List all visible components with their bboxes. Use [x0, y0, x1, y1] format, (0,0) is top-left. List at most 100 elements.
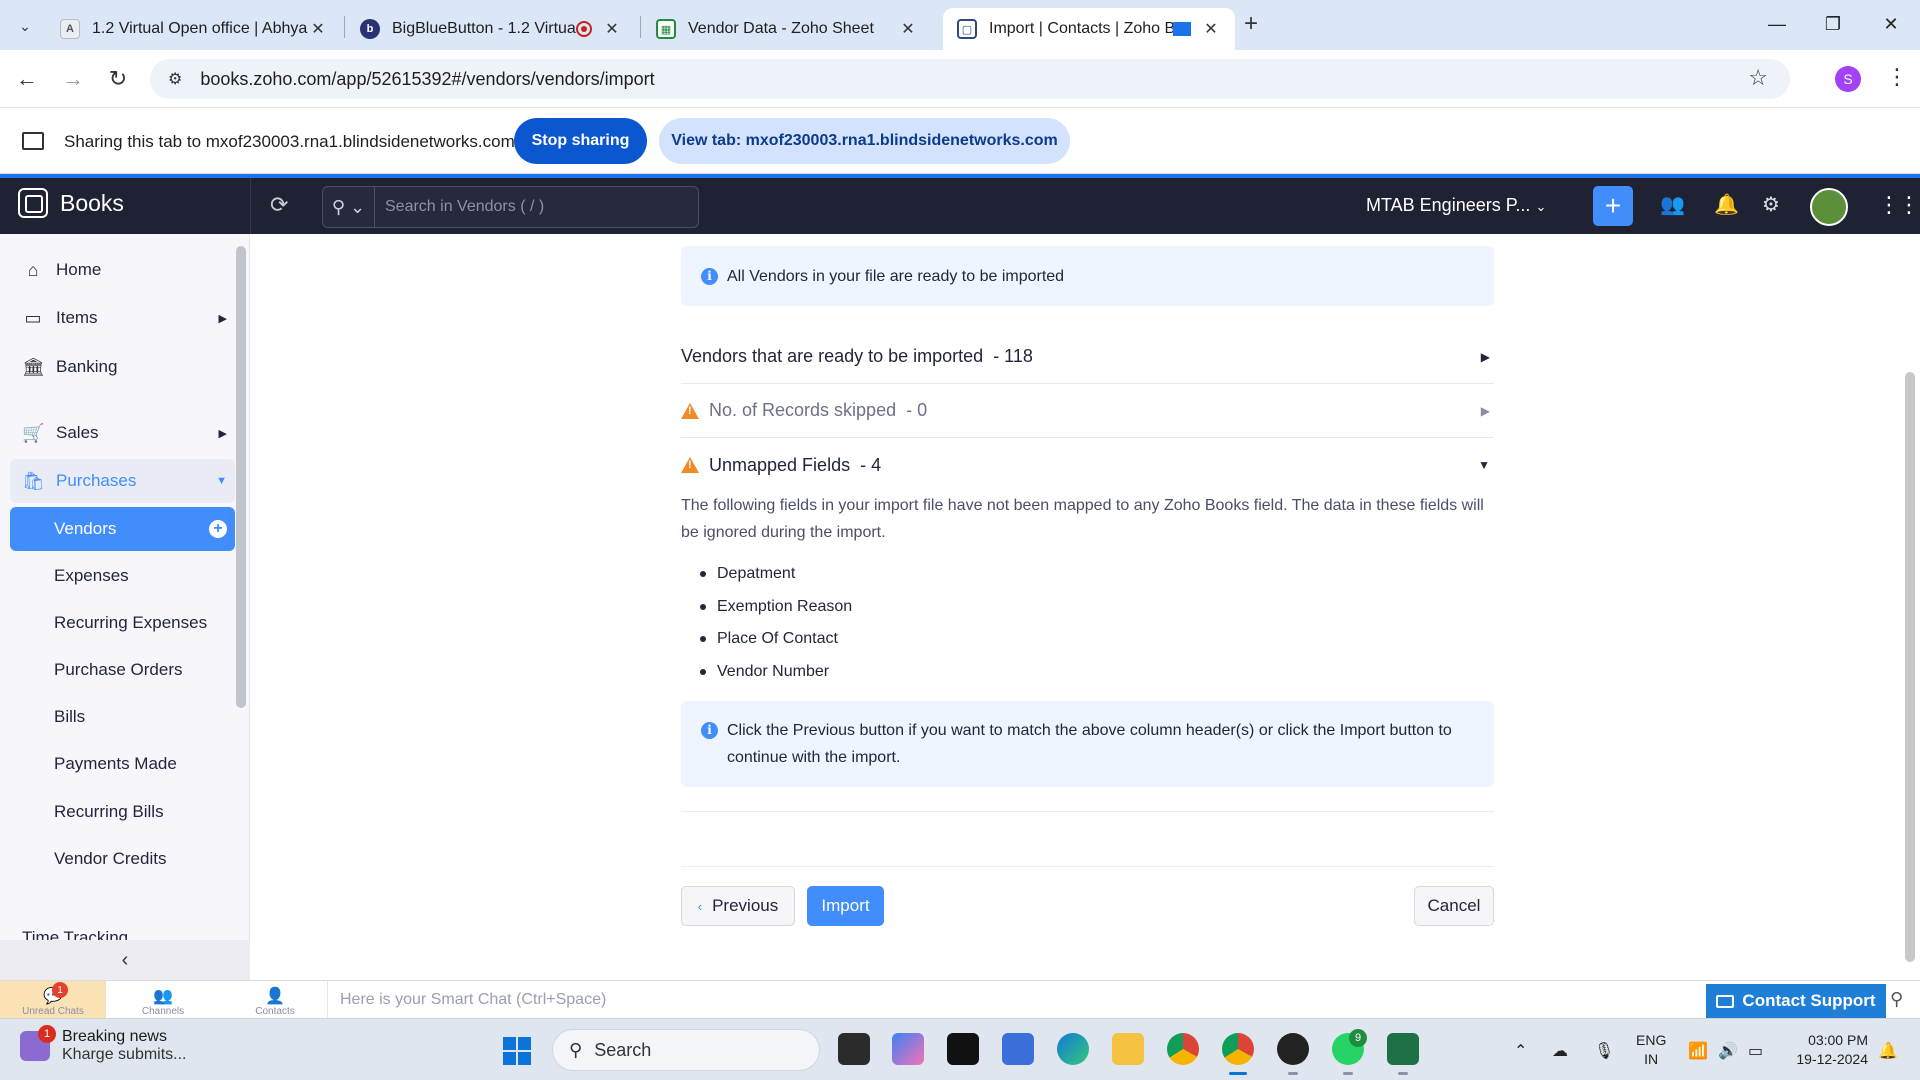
chat-search-icon[interactable]: ⚲: [1890, 989, 1903, 1010]
sidebar-item-recurring-bills[interactable]: Recurring Bills: [10, 790, 235, 834]
search-box[interactable]: ⚲ ⌄ Search in Vendors ( / ): [322, 186, 699, 228]
search-icon[interactable]: ⚲ ⌄: [323, 187, 375, 227]
sidebar-item-banking[interactable]: 🏛 Banking: [10, 345, 235, 389]
import-button[interactable]: Import: [807, 886, 884, 926]
excel-icon[interactable]: [1387, 1033, 1419, 1075]
collapse-sidebar-icon[interactable]: ‹: [0, 940, 250, 980]
chevron-up-icon[interactable]: ⌃: [1514, 1041, 1527, 1061]
sidebar-item-purchase-orders[interactable]: Purchase Orders: [10, 648, 235, 692]
ready-vendors-row[interactable]: Vendors that are ready to be imported - …: [681, 330, 1494, 384]
stop-sharing-button[interactable]: Stop sharing: [514, 118, 647, 164]
smart-chat-input[interactable]: Here is your Smart Chat (Ctrl+Space): [327, 981, 1707, 1019]
unmapped-fields-row[interactable]: Unmapped Fields - 4 ▼: [681, 438, 1494, 492]
ready-notice: i All Vendors in your file are ready to …: [681, 246, 1494, 306]
language-indicator[interactable]: ENG IN: [1636, 1031, 1666, 1069]
back-icon[interactable]: ←: [12, 64, 42, 94]
sidebar-item-home[interactable]: ⌂ Home: [10, 248, 235, 292]
sidebar-item-bills[interactable]: Bills: [10, 695, 235, 739]
onedrive-icon[interactable]: ☁: [1552, 1041, 1568, 1061]
chatgpt-icon[interactable]: [1277, 1033, 1309, 1075]
close-tab-icon[interactable]: ✕: [602, 19, 622, 39]
sidebar-item-sales[interactable]: 🛒 Sales ▶: [10, 411, 235, 455]
sidebar-item-time-tracking[interactable]: Time Tracking: [22, 928, 128, 940]
tab-search-icon[interactable]: ⌄: [10, 11, 40, 41]
terminal-icon[interactable]: [947, 1033, 979, 1065]
organization-switcher[interactable]: MTAB Engineers P... ⌄: [1366, 195, 1546, 216]
taskbar-search[interactable]: ⚲ Search: [552, 1029, 820, 1071]
unread-chats-tab[interactable]: 💬 Unread Chats 1: [0, 981, 106, 1019]
address-bar: ← → ↻ ⚙ books.zoho.com/app/52615392#/ven…: [0, 50, 1920, 108]
sidebar-item-items[interactable]: ▭ Items ▶: [10, 296, 235, 340]
restore-icon[interactable]: ❐: [1810, 8, 1856, 40]
sidebar-scrollbar[interactable]: [236, 246, 246, 708]
recent-history-icon[interactable]: ⟳: [270, 192, 288, 218]
main-scrollbar[interactable]: [1902, 234, 1920, 980]
user-avatar[interactable]: [1810, 188, 1848, 226]
task-view-icon[interactable]: [838, 1033, 870, 1065]
battery-icon[interactable]: ▭: [1748, 1041, 1763, 1061]
ready-label: Vendors that are ready to be imported: [681, 346, 984, 366]
envelope-icon: [1716, 994, 1735, 1008]
expand-triangle-icon[interactable]: ▶: [1481, 404, 1490, 418]
url-text: books.zoho.com/app/52615392#/vendors/ven…: [200, 68, 655, 89]
notepad-icon[interactable]: [1002, 1033, 1034, 1065]
edge-icon[interactable]: [1057, 1033, 1089, 1065]
browser-tab-import-contacts[interactable]: ▢ Import | Contacts | Zoho Bo ✕: [943, 8, 1235, 50]
browser-tab-zoho-sheet[interactable]: ▦ Vendor Data - Zoho Sheet ✕: [642, 8, 932, 50]
cancel-button[interactable]: Cancel: [1414, 886, 1494, 926]
close-window-icon[interactable]: ✕: [1868, 8, 1914, 40]
settings-gear-icon[interactable]: ⚙: [1762, 192, 1780, 217]
news-widget[interactable]: 1 Breaking news Kharge submits...: [20, 1025, 187, 1064]
file-explorer-icon[interactable]: [1112, 1033, 1144, 1065]
microphone-icon[interactable]: 🎙: [1594, 1041, 1614, 1061]
copilot-icon[interactable]: [892, 1033, 924, 1065]
quick-create-button[interactable]: +: [1593, 186, 1633, 226]
close-tab-icon[interactable]: ✕: [1201, 19, 1221, 39]
sidebar-item-vendor-credits[interactable]: Vendor Credits: [10, 837, 235, 881]
reload-icon[interactable]: ↻: [103, 64, 133, 94]
browser-tab-bigbluebutton[interactable]: b BigBlueButton - 1.2 Virtual ✕: [346, 8, 636, 50]
bookmark-star-icon[interactable]: ☆: [1748, 65, 1768, 91]
profile-avatar[interactable]: S: [1835, 66, 1861, 92]
scrollbar-thumb[interactable]: [1905, 372, 1915, 962]
collapse-triangle-icon[interactable]: ▼: [1478, 458, 1490, 472]
contact-support-button[interactable]: Contact Support: [1706, 984, 1886, 1018]
skipped-label: No. of Records skipped: [709, 400, 897, 420]
books-logo[interactable]: Books: [18, 188, 124, 218]
close-tab-icon[interactable]: ✕: [308, 19, 328, 39]
channels-tab[interactable]: 👥 Channels: [110, 981, 216, 1019]
contacts-tab[interactable]: 👤 Contacts: [222, 981, 328, 1019]
users-icon[interactable]: 👥: [1660, 192, 1685, 217]
expand-triangle-icon[interactable]: ▶: [1481, 350, 1490, 364]
apps-grid-icon[interactable]: ⋮⋮⋮: [1878, 192, 1920, 218]
region-code: IN: [1644, 1051, 1659, 1067]
sidebar-item-recurring-expenses[interactable]: Recurring Expenses: [10, 601, 235, 645]
notification-center-icon[interactable]: 🔔: [1878, 1041, 1898, 1061]
close-tab-icon[interactable]: ✕: [898, 19, 918, 39]
chrome-active-icon[interactable]: [1222, 1033, 1254, 1075]
minimize-icon[interactable]: —: [1754, 8, 1800, 40]
wifi-icon[interactable]: 📶: [1688, 1041, 1708, 1061]
url-input[interactable]: ⚙ books.zoho.com/app/52615392#/vendors/v…: [150, 59, 1790, 99]
system-clock[interactable]: 03:00 PM 19-12-2024: [1788, 1031, 1868, 1069]
sidebar-item-label: Banking: [56, 357, 118, 376]
search-input[interactable]: Search in Vendors ( / ): [375, 198, 544, 216]
windows-start-icon[interactable]: [503, 1037, 531, 1065]
sidebar-item-expenses[interactable]: Expenses: [10, 554, 235, 598]
app-header: Books ⟳ ⚲ ⌄ Search in Vendors ( / ) MTAB…: [0, 174, 1920, 234]
chrome-icon[interactable]: [1167, 1033, 1199, 1065]
sidebar-item-purchases[interactable]: 🛍 Purchases ▼: [10, 459, 235, 503]
skipped-records-row[interactable]: No. of Records skipped - 0 ▶: [681, 384, 1494, 438]
browser-tab-abhyaz[interactable]: A 1.2 Virtual Open office | Abhyaz ✕: [46, 8, 342, 50]
view-tab-button[interactable]: View tab: mxof230003.rna1.blindsidenetwo…: [659, 118, 1070, 164]
new-tab-icon[interactable]: +: [1244, 10, 1258, 38]
add-vendor-icon[interactable]: +: [209, 520, 227, 538]
forward-icon[interactable]: →: [58, 64, 88, 94]
previous-button[interactable]: ‹ Previous: [681, 886, 795, 926]
site-settings-icon[interactable]: ⚙: [168, 69, 182, 89]
sidebar-item-payments-made[interactable]: Payments Made: [10, 742, 235, 786]
sidebar-item-vendors[interactable]: Vendors +: [10, 507, 235, 551]
browser-menu-icon[interactable]: ⋮: [1886, 64, 1908, 90]
notifications-bell-icon[interactable]: 🔔: [1714, 192, 1739, 217]
volume-icon[interactable]: 🔊: [1718, 1041, 1738, 1061]
